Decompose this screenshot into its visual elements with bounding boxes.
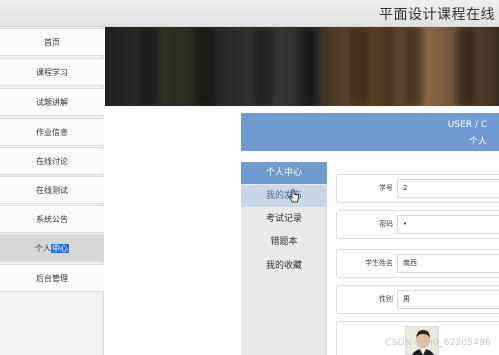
student-id-row: 学号 2 [336,174,499,203]
sidebar-item-homework[interactable]: 作业信息 [0,118,104,146]
app-window: 平面设计课程在线 首页 课程学习 试题讲解 作业信息 在线讨论 在线测试 系统公… [0,0,499,355]
user-center-header: USER / C 个人 [241,113,499,151]
student-name-label: 学生姓名 [365,259,393,267]
site-title: 平面设计课程在线 [379,7,495,23]
user-center-title-en: USER / C [447,120,487,130]
sidebar-item-discussion[interactable]: 在线讨论 [0,147,104,175]
personal-center-menu: 个人中心 我的发布 考试记录 错题本 我的收藏 [241,162,327,355]
menu-item-wrong-questions[interactable]: 错题本 [241,231,327,253]
student-name-field[interactable]: 南西 [397,254,499,273]
hand-pointer-icon [289,189,299,203]
user-center-title-cn: 个人 [468,137,487,147]
menu-item-exam-records[interactable]: 考试记录 [241,208,327,230]
top-header: 平面设计课程在线 [0,0,499,27]
sidebar-item-admin[interactable]: 后台管理 [0,264,104,292]
gender-row: 性别 男 [336,285,499,314]
student-name-row: 学生姓名 南西 [336,249,499,278]
menu-item-my-posts[interactable]: 我的发布 [241,185,327,207]
sidebar-item-exam-explain[interactable]: 试题讲解 [0,88,104,116]
gender-field[interactable]: 男 [397,290,499,309]
password-label: 密码 [379,220,393,228]
menu-item-favorites[interactable]: 我的收藏 [241,255,327,277]
sidebar-item-online-test[interactable]: 在线测试 [0,176,104,204]
sidebar-nav: 首页 课程学习 试题讲解 作业信息 在线讨论 在线测试 系统公告 个人中心 后台… [0,27,104,355]
selected-text-highlight: 中心 [51,244,69,253]
personal-center-menu-header[interactable]: 个人中心 [241,162,327,184]
sidebar-item-home[interactable]: 首页 [0,28,104,56]
password-field[interactable]: • [397,215,499,234]
profile-form: 学号 2 密码 • 学生姓名 南西 性别 男 [336,170,499,355]
student-id-field[interactable]: 2 [397,179,499,198]
sidebar-item-course-study[interactable]: 课程学习 [0,58,104,86]
sidebar-item-announcements[interactable]: 系统公告 [0,205,104,233]
sidebar-item-personal-center[interactable]: 个人中心 [0,234,104,262]
password-row: 密码 • [336,210,499,239]
leather-banner-image [105,27,499,106]
sidebar-item-label: 个人 [35,244,51,253]
csdn-watermark: CSDN @m0_62205496 [385,338,491,348]
gender-label: 性别 [379,295,393,303]
student-id-label: 学号 [379,184,393,192]
